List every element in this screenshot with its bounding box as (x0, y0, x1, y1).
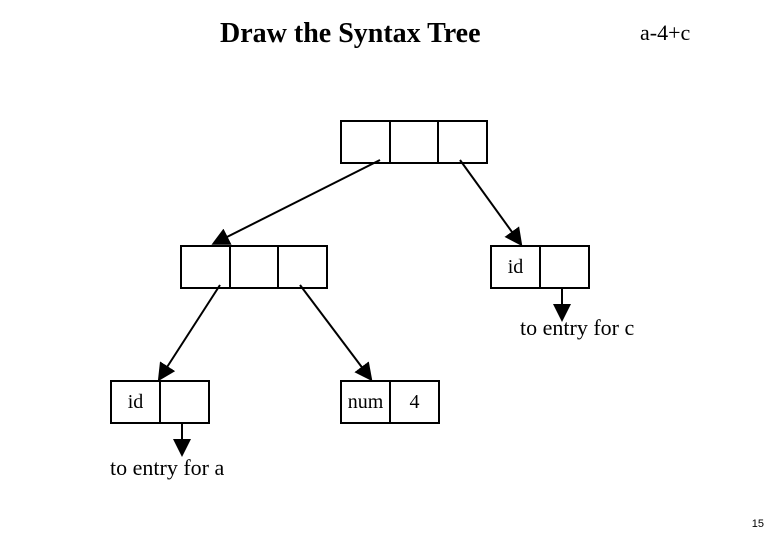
page-number: 15 (752, 518, 764, 530)
expression-text: a-4+c (640, 20, 690, 46)
node-root-cell-1 (342, 122, 391, 162)
node-leaf-a: id (110, 380, 210, 424)
page-title: Draw the Syntax Tree (220, 18, 481, 50)
node-leaf-a-cell-1: id (112, 382, 161, 422)
node-left-cell-2 (231, 247, 280, 287)
node-root-cell-3 (439, 122, 486, 162)
node-leaf-num-cell-1: num (342, 382, 391, 422)
node-root (340, 120, 488, 164)
node-left-cell-3 (279, 247, 326, 287)
annotation-entry-a: to entry for a (110, 455, 224, 481)
node-leaf-a-cell-2 (161, 382, 208, 422)
node-right: id (490, 245, 590, 289)
node-leaf-num: num 4 (340, 380, 440, 424)
node-left-cell-1 (182, 247, 231, 287)
node-right-cell-2 (541, 247, 588, 287)
node-leaf-num-cell-2: 4 (391, 382, 438, 422)
node-root-cell-2 (391, 122, 440, 162)
node-left (180, 245, 328, 289)
annotation-entry-c: to entry for c (520, 315, 634, 341)
node-right-cell-1: id (492, 247, 541, 287)
